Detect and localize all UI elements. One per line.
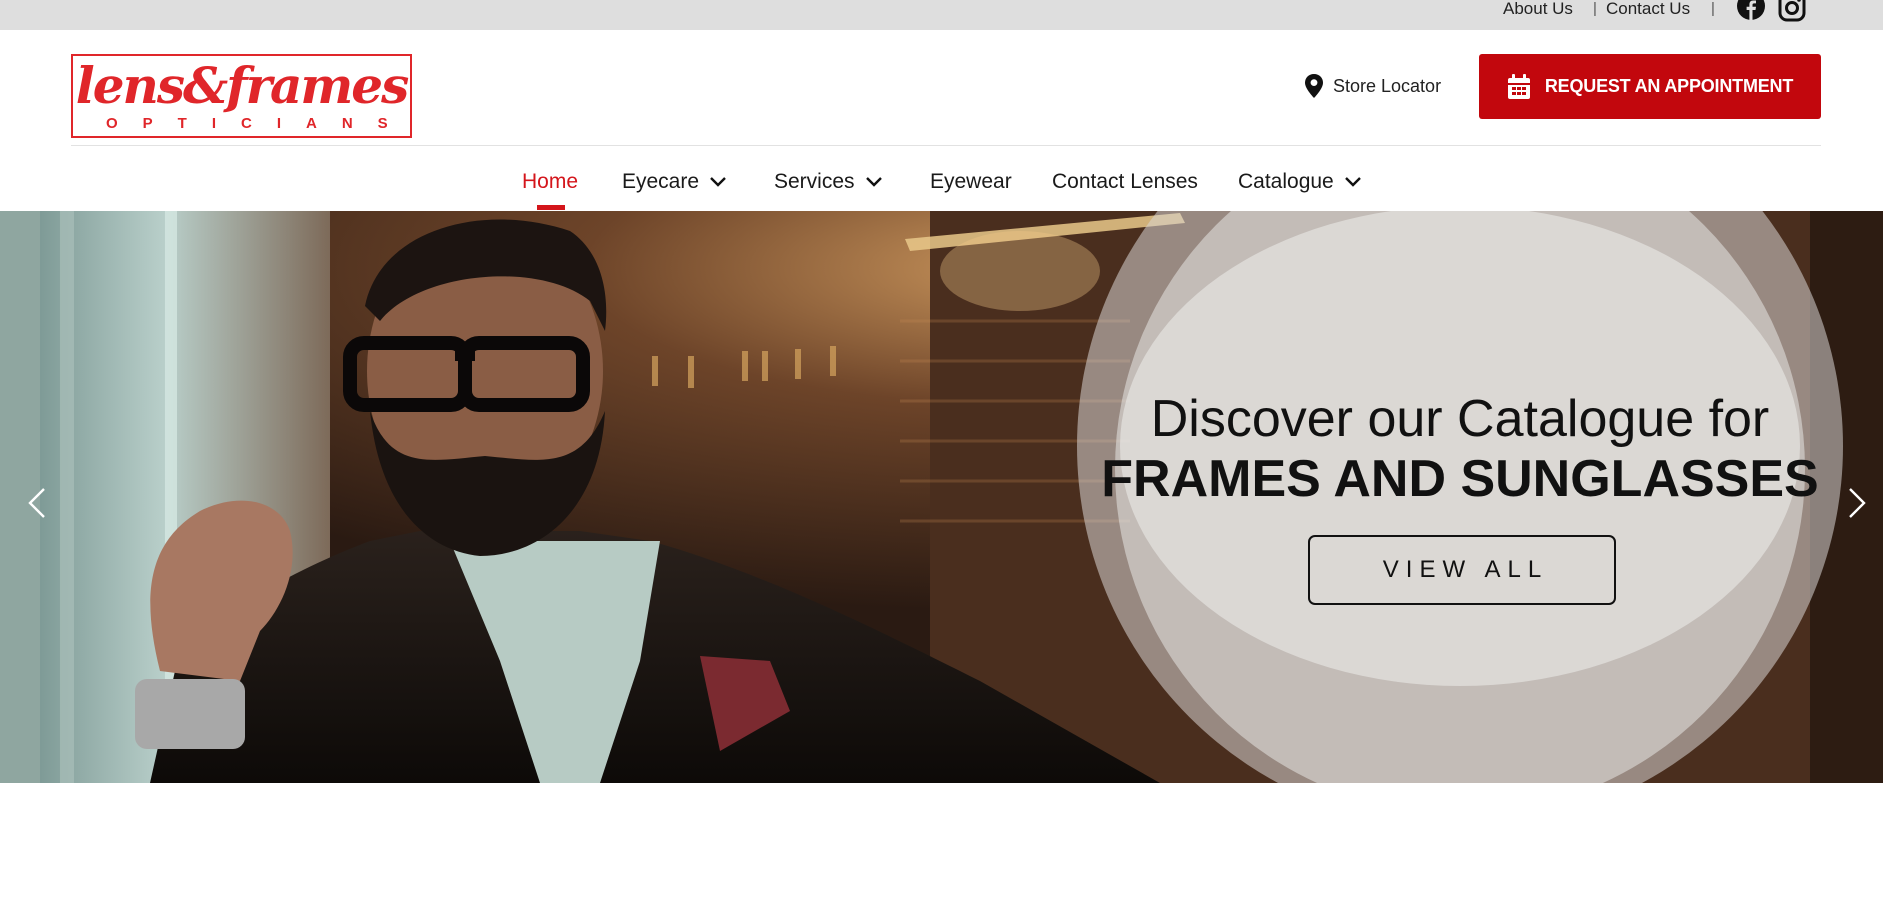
chevron-down-icon bbox=[710, 177, 726, 187]
logo-wordmark: lens&frames bbox=[75, 56, 410, 115]
separator: | bbox=[1711, 0, 1715, 17]
chevron-down-icon bbox=[865, 177, 882, 187]
chevron-right-icon bbox=[1849, 488, 1866, 518]
logo-tagline: OPTICIANS bbox=[106, 115, 413, 132]
map-pin-icon bbox=[1305, 74, 1323, 98]
carousel-next-arrow[interactable] bbox=[1842, 483, 1872, 523]
nav-item-label: Contact Lenses bbox=[1052, 170, 1198, 193]
nav-item-label: Catalogue bbox=[1238, 170, 1334, 193]
separator: | bbox=[1593, 0, 1597, 17]
store-locator-label: Store Locator bbox=[1333, 75, 1442, 96]
nav-item-label: Eyewear bbox=[930, 170, 1012, 193]
store-locator-link[interactable]: Store Locator bbox=[1303, 74, 1441, 98]
contact-us-link[interactable]: Contact Us bbox=[1606, 0, 1690, 20]
main-navigation: Home Eyecare Services Eyewear Contact Le… bbox=[0, 160, 1883, 210]
nav-item-catalogue[interactable]: Catalogue bbox=[1238, 167, 1362, 197]
instagram-icon[interactable] bbox=[1778, 0, 1806, 22]
nav-item-eyewear[interactable]: Eyewear bbox=[930, 167, 1012, 197]
nav-item-contact-lenses[interactable]: Contact Lenses bbox=[1052, 167, 1198, 197]
view-all-button[interactable]: VIEW ALL bbox=[1308, 535, 1616, 605]
nav-item-eyecare[interactable]: Eyecare bbox=[622, 167, 727, 197]
nav-item-label: Home bbox=[522, 170, 579, 193]
chevron-down-icon bbox=[1344, 177, 1361, 187]
nav-item-label: Services bbox=[774, 170, 855, 193]
calendar-icon bbox=[1507, 73, 1530, 99]
hero-heading-line1: Discover our Catalogue for bbox=[1150, 390, 1770, 448]
about-us-link[interactable]: About Us bbox=[1503, 0, 1573, 20]
request-appointment-label: REQUEST AN APPOINTMENT bbox=[1544, 76, 1794, 96]
nav-active-indicator bbox=[537, 205, 565, 210]
brand-logo[interactable]: lens&frames OPTICIANS bbox=[71, 54, 412, 138]
carousel-prev-arrow[interactable] bbox=[22, 483, 52, 523]
request-appointment-button[interactable]: REQUEST AN APPOINTMENT bbox=[1479, 54, 1821, 119]
hero-heading-line2: FRAMES AND SUNGLASSES bbox=[1101, 450, 1819, 508]
nav-item-home[interactable]: Home bbox=[522, 167, 578, 197]
header-divider bbox=[71, 145, 1821, 146]
nav-item-services[interactable]: Services bbox=[774, 167, 883, 197]
nav-item-label: Eyecare bbox=[622, 170, 700, 193]
facebook-icon[interactable] bbox=[1737, 0, 1765, 22]
top-utility-bar: About Us | Contact Us | bbox=[0, 0, 1883, 30]
hero-slider: Discover our Catalogue for FRAMES AND SU… bbox=[0, 211, 1883, 783]
chevron-left-icon bbox=[28, 488, 45, 518]
